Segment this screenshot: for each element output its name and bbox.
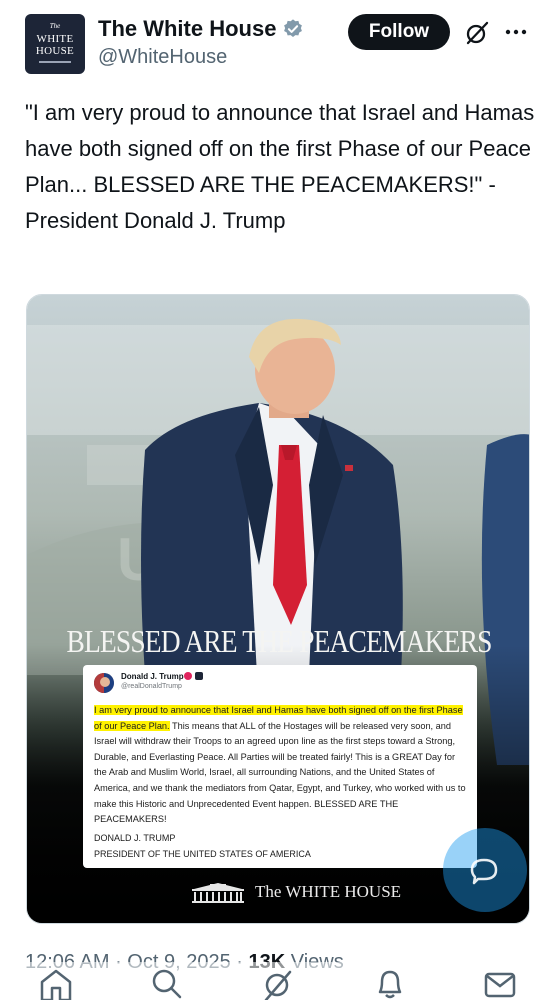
tweet-header: The WHITE HOUSE The White House @WhiteHo… xyxy=(0,0,556,90)
avatar-rule xyxy=(39,61,71,63)
author-handle[interactable]: @WhiteHouse xyxy=(98,46,227,69)
card-signature-title: PRESIDENT OF THE UNITED STATES OF AMERIC… xyxy=(94,849,311,859)
search-icon[interactable] xyxy=(148,966,184,1000)
tweet-media[interactable]: U BLESSED ARE THE PEACEMAKERS Donald J. xyxy=(26,294,530,924)
grok-icon[interactable] xyxy=(464,20,490,46)
follow-button[interactable]: Follow xyxy=(348,14,450,50)
notifications-icon[interactable] xyxy=(372,966,408,1000)
card-verified-icon xyxy=(184,672,192,680)
card-badge-icon xyxy=(195,672,203,680)
verified-badge-icon xyxy=(284,19,303,37)
tweet-text: "I am very proud to announce that Israel… xyxy=(25,100,535,233)
media-headline: BLESSED ARE THE PEACEMAKERS xyxy=(66,623,492,659)
home-icon[interactable] xyxy=(38,966,74,1000)
avatar-text-1: The xyxy=(49,22,61,30)
author-name-row[interactable]: The White House xyxy=(98,15,304,43)
messages-icon[interactable] xyxy=(482,966,518,1000)
author-name[interactable]: The White House xyxy=(98,16,276,42)
author-avatar[interactable]: The WHITE HOUSE xyxy=(25,14,85,74)
card-body-text: This means that ALL of the Hostages will… xyxy=(94,720,466,825)
card-author-name: Donald J. Trump xyxy=(121,672,184,681)
white-house-logo-text: The WHITE HOUSE xyxy=(255,882,402,901)
grok-tab-icon[interactable] xyxy=(260,966,296,1000)
compose-reply-icon[interactable] xyxy=(464,850,504,890)
more-icon[interactable] xyxy=(504,20,528,44)
avatar-text-2: WHITE xyxy=(36,33,74,45)
card-body: I am very proud to announce that Israel … xyxy=(94,703,469,828)
white-house-logo-icon xyxy=(192,883,244,903)
avatar-text-3: HOUSE xyxy=(35,45,75,57)
truth-social-card: Donald J. Trump @realDonaldTrump I am ve… xyxy=(83,665,477,868)
card-signature-name: DONALD J. TRUMP xyxy=(94,833,176,843)
card-avatar xyxy=(94,673,114,693)
card-author-handle: @realDonaldTrump xyxy=(121,683,182,690)
